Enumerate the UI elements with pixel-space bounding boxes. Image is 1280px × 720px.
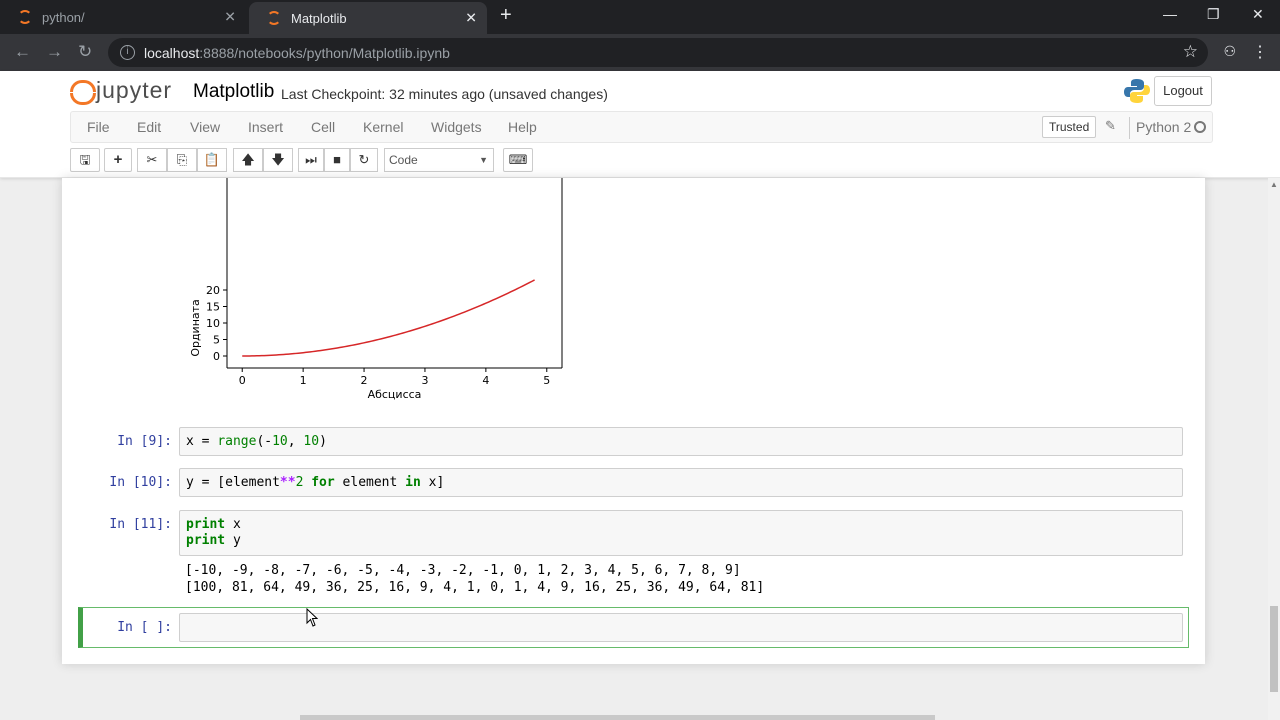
x-tick-label: 4 [482, 374, 489, 387]
restore-icon[interactable]: ❐ [1207, 6, 1220, 23]
menu-cell[interactable]: Cell [311, 119, 335, 135]
menu-help[interactable]: Help [508, 119, 537, 135]
browser-tab-bar: python/ ✕ Matplotlib ✕ + — ❐ ✕ [0, 0, 1280, 34]
kernel-name: Python 2 [1136, 119, 1192, 135]
code-cell-input[interactable]: y = [element**2 for element in x] [179, 468, 1183, 497]
window-close-icon[interactable]: ✕ [1252, 6, 1264, 23]
menu-insert[interactable]: Insert [248, 119, 283, 135]
run-button[interactable]: ⏭ [298, 148, 324, 172]
horizontal-scrollbar[interactable] [300, 715, 935, 720]
new-tab-icon[interactable]: + [500, 4, 512, 27]
command-palette-button[interactable]: ⌨ [503, 148, 533, 172]
empty-code-cell-input[interactable] [179, 613, 1183, 642]
scroll-up-icon[interactable]: ▲ [1270, 180, 1278, 189]
jupyter-favicon-icon [18, 10, 32, 24]
browser-tab-python[interactable]: python/ ✕ [0, 0, 246, 34]
notebook-name[interactable]: Matplotlib [193, 81, 274, 103]
cell-prompt: In [ ]: [117, 620, 172, 635]
x-tick-label: 5 [543, 374, 550, 387]
logout-button[interactable]: Logout [1154, 76, 1212, 106]
notebook-toolbar: 🖫 + ✂ ⎘ 📋 🡅 🡇 ⏭ ■ ↻ Code ▼ ⌨ [70, 148, 1213, 174]
close-tab-icon[interactable]: ✕ [224, 9, 236, 26]
y-axis-label: Ордината [189, 299, 202, 356]
trusted-badge[interactable]: Trusted [1042, 116, 1097, 138]
x-tick-label: 0 [239, 374, 246, 387]
kernel-idle-indicator-icon [1194, 121, 1206, 133]
dropdown-arrow-icon: ▼ [479, 155, 488, 165]
cell-prompt: In [9]: [117, 434, 172, 449]
address-bar-row: ← → ↻ i localhost:8888/notebooks/python/… [0, 34, 1280, 71]
menu-file[interactable]: File [87, 119, 110, 135]
cell-type-value: Code [389, 153, 418, 167]
menu-kernel[interactable]: Kernel [363, 119, 403, 135]
insert-cell-button[interactable]: + [104, 148, 132, 172]
url-input[interactable]: i localhost:8888/notebooks/python/Matplo… [108, 38, 1208, 67]
checkpoint-status: Last Checkpoint: 32 minutes ago (unsaved… [281, 86, 608, 102]
jupyter-wordmark: jupyter [96, 77, 173, 103]
code-line: y = [element**2 for element in x] [186, 475, 445, 490]
cut-button[interactable]: ✂ [137, 148, 167, 172]
y-tick-label: 0 [213, 350, 220, 363]
minimize-icon[interactable]: — [1163, 6, 1177, 22]
interrupt-button[interactable]: ■ [324, 148, 350, 172]
y-tick-label: 5 [213, 334, 220, 347]
cell-output: [-10, -9, -8, -7, -6, -5, -4, -3, -2, -1… [185, 563, 765, 595]
x-axis-label: Абсцисса [368, 388, 422, 401]
forward-icon[interactable]: → [46, 42, 63, 62]
cell-type-select[interactable]: Code ▼ [384, 148, 494, 172]
paste-button[interactable]: 📋 [197, 148, 227, 172]
cell-prompt: In [10]: [109, 475, 172, 490]
back-icon[interactable]: ← [14, 42, 31, 62]
url-host: localhost [144, 44, 200, 61]
jupyter-favicon-icon [267, 11, 281, 25]
python-logo-icon [1124, 79, 1150, 103]
jupyter-header: jupyter Matplotlib Last Checkpoint: 32 m… [0, 71, 1280, 178]
menu-widgets[interactable]: Widgets [431, 119, 482, 135]
kernel-separator [1129, 117, 1130, 139]
move-down-button[interactable]: 🡇 [263, 148, 293, 172]
reload-icon[interactable]: ↻ [78, 42, 92, 62]
x-tick-label: 1 [300, 374, 307, 387]
tab-title: python/ [42, 9, 85, 25]
bookmark-star-icon[interactable]: ☆ [1183, 42, 1198, 62]
edit-pencil-icon[interactable]: ✎ [1105, 118, 1116, 134]
tab-title: Matplotlib [291, 10, 347, 26]
notebook-container: 0 1 2 3 4 5 0 5 10 15 20 Абсцисса Ордината In [9]:… [62, 178, 1205, 664]
y-tick-label: 10 [206, 317, 220, 330]
code-cell-input[interactable]: print x print y [179, 510, 1183, 556]
menu-view[interactable]: View [190, 119, 220, 135]
x-tick-label: 3 [421, 374, 428, 387]
restart-button[interactable]: ↻ [350, 148, 378, 172]
save-button[interactable]: 🖫 [70, 148, 100, 172]
close-tab-icon[interactable]: ✕ [465, 10, 477, 27]
vertical-scrollbar[interactable]: ▲ [1268, 178, 1280, 720]
jupyter-logo[interactable]: jupyter [70, 77, 173, 105]
jupyter-logo-icon [70, 78, 96, 105]
browser-menu-icon[interactable]: ⋮ [1252, 42, 1268, 62]
browser-tab-matplotlib[interactable]: Matplotlib ✕ [249, 2, 487, 34]
url-path: :8888/notebooks/python/Matplotlib.ipynb [199, 44, 450, 61]
code-line: print x print y [186, 517, 241, 548]
code-cell-input[interactable]: x = range(-10, 10) [179, 427, 1183, 456]
move-up-button[interactable]: 🡅 [233, 148, 263, 172]
line-plot: 0 1 2 3 4 5 0 5 10 15 20 Абсцисса Ордината [189, 178, 563, 401]
extension-icon[interactable]: ⚇ [1223, 43, 1236, 60]
x-tick-label: 2 [361, 374, 368, 387]
copy-button[interactable]: ⎘ [167, 148, 197, 172]
series-line [242, 279, 535, 357]
mouse-cursor-icon [306, 608, 318, 627]
code-line: x = range(-10, 10) [186, 434, 327, 449]
cell-prompt: In [11]: [109, 517, 172, 532]
y-tick-label: 20 [206, 284, 220, 297]
notebook-menubar: File Edit View Insert Cell Kernel Widget… [70, 111, 1213, 143]
y-tick-label: 15 [206, 301, 220, 314]
scrollbar-thumb[interactable] [1270, 606, 1278, 692]
info-icon[interactable]: i [120, 45, 135, 60]
menu-edit[interactable]: Edit [137, 119, 161, 135]
